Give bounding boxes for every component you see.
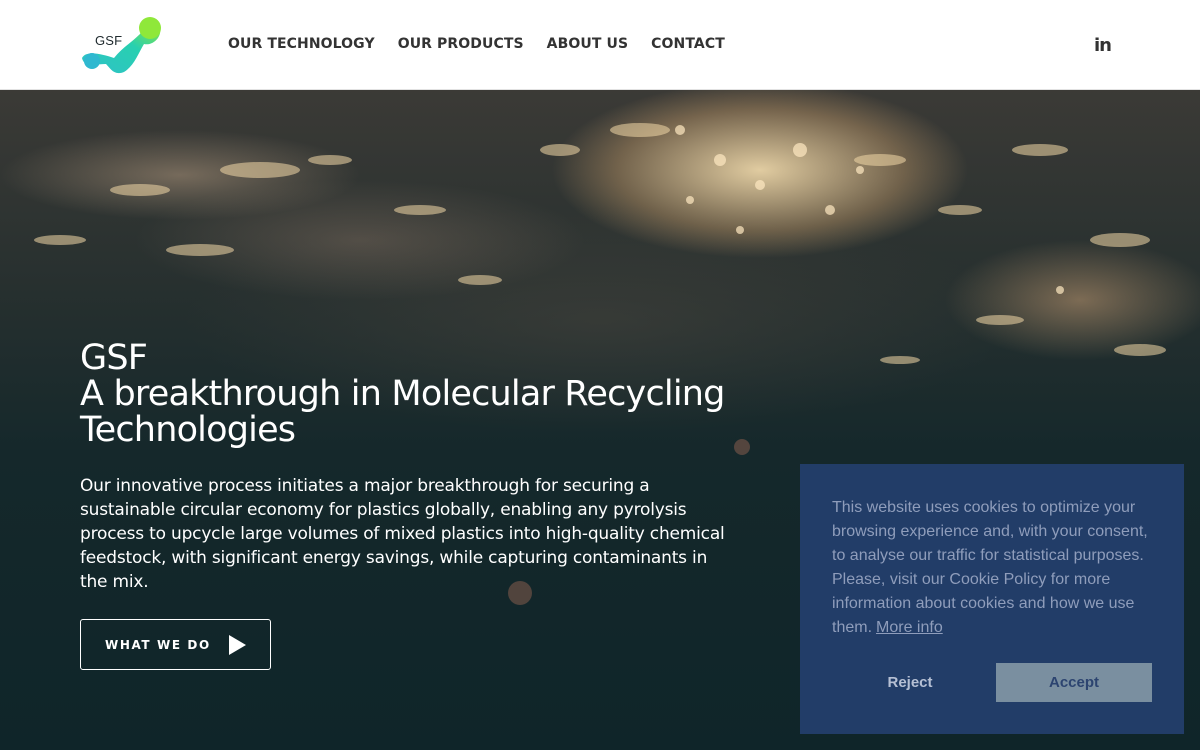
cookie-accept-button[interactable]: Accept [996, 663, 1152, 702]
hero-title-line: A breakthrough in Molecular Recycling [80, 374, 725, 414]
cookie-reject-button[interactable]: Reject [832, 663, 988, 702]
hero-title-line: Technologies [80, 410, 296, 450]
cookie-message: This website uses cookies to optimize yo… [832, 496, 1162, 640]
linkedin-icon[interactable]: in [1094, 35, 1112, 56]
play-arrow-icon [229, 635, 246, 655]
nav-contact[interactable]: CONTACT [651, 34, 725, 54]
nav-our-technology[interactable]: OUR TECHNOLOGY [228, 34, 375, 54]
site-header: GSF OUR TECHNOLOGY OUR PRODUCTS ABOUT US… [0, 0, 1200, 90]
hero-title-line: GSF [80, 338, 148, 378]
what-we-do-button[interactable]: WHAT WE DO [80, 619, 271, 670]
logo-text: GSF [95, 33, 123, 48]
main-nav: OUR TECHNOLOGY OUR PRODUCTS ABOUT US CON… [228, 34, 725, 54]
gsf-logo[interactable]: GSF [80, 14, 162, 76]
hero-title: GSF A breakthrough in Molecular Recyclin… [80, 340, 740, 448]
cookie-message-text: This website uses cookies to optimize yo… [832, 499, 1148, 636]
nav-our-products[interactable]: OUR PRODUCTS [398, 34, 524, 54]
hero-description: Our innovative process initiates a major… [80, 476, 725, 592]
cookie-more-info-link[interactable]: More info [876, 619, 943, 636]
nav-about-us[interactable]: ABOUT US [547, 34, 628, 54]
hero-content: GSF A breakthrough in Molecular Recyclin… [80, 340, 740, 594]
what-we-do-label: WHAT WE DO [105, 637, 211, 652]
